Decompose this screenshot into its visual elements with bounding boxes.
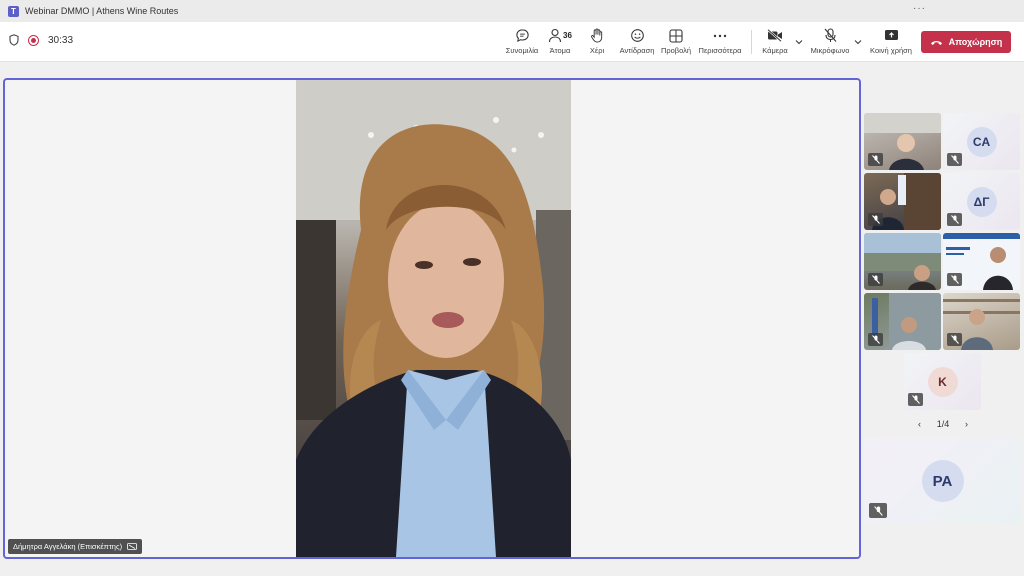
meeting-toolbar: 30:33 Συνομιλία 36 Άτομα Χέρι Αντίδραση … [0, 22, 1024, 62]
chat-label: Συνομιλία [505, 46, 539, 55]
phone-hangup-icon [930, 40, 942, 45]
people-label: Άτομα [549, 46, 571, 55]
leave-button[interactable]: Αποχώρηση [921, 31, 1011, 53]
window-more-button[interactable]: ··· [913, 3, 926, 14]
participant-muted-icon [868, 153, 883, 166]
mic-button[interactable]: Μικρόφωνο [805, 27, 855, 59]
more-dots-icon [713, 34, 727, 37]
meeting-status: 30:33 [9, 34, 73, 46]
pager-next-chevron-right-icon[interactable]: › [965, 419, 968, 429]
participant-tile[interactable] [864, 173, 941, 230]
participant-tile[interactable] [943, 293, 1020, 350]
self-muted-icon [869, 503, 887, 518]
mic-options-chevron-down-icon[interactable] [853, 37, 863, 47]
participant-muted-icon [868, 273, 883, 286]
more-actions-label: Περισσότερα [698, 46, 742, 55]
camera-button[interactable]: Κάμερα [750, 27, 800, 59]
grid-view-icon [669, 28, 683, 43]
camera-label: Κάμερα [762, 46, 788, 55]
self-avatar: PA [921, 460, 964, 502]
share-screen-icon [884, 30, 898, 40]
participant-tile[interactable]: CA [943, 113, 1020, 170]
window-title: Webinar DMMO | Athens Wine Routes [25, 6, 179, 16]
participant-muted-icon [947, 153, 962, 166]
view-label: Προβολή [660, 46, 692, 55]
participant-pager: ‹ 1/4 › [918, 417, 968, 431]
chat-icon [515, 29, 529, 43]
participant-muted-icon [947, 273, 962, 286]
more-actions-button[interactable]: Περισσότερα [695, 27, 745, 59]
participant-muted-icon [908, 393, 923, 406]
shield-icon [9, 34, 19, 46]
camera-options-chevron-down-icon[interactable] [794, 37, 804, 47]
title-bar: T Webinar DMMO | Athens Wine Routes ··· [0, 0, 1024, 22]
participant-avatar: K [927, 366, 958, 397]
participant-avatar: ΔΓ [966, 186, 997, 217]
teams-logo-icon: T [8, 5, 19, 17]
leave-label: Αποχώρηση [948, 37, 1003, 47]
participant-tile[interactable] [864, 113, 941, 170]
mic-label: Μικρόφωνο [810, 46, 850, 55]
speaker-name-tag: Δήμητρα Αγγελάκη (Επισκέπτης) [8, 539, 143, 554]
participant-avatar: CA [966, 126, 997, 157]
main-stage: Δήμητρα Αγγελάκη (Επισκέπτης) [3, 78, 861, 559]
speaker-video-frame [296, 80, 571, 557]
camera-off-icon [767, 29, 782, 42]
participant-tile[interactable] [864, 293, 941, 350]
participant-tile[interactable]: ΔΓ [943, 173, 1020, 230]
view-button[interactable]: Προβολή [651, 27, 701, 59]
pager-prev-chevron-left-icon[interactable]: ‹ [918, 419, 921, 429]
speaker-name: Δήμητρα Αγγελάκη (Επισκέπτης) [13, 542, 123, 551]
recording-icon [28, 34, 39, 46]
participant-muted-icon [947, 333, 962, 346]
share-button[interactable]: Κοινή χρήση [866, 27, 916, 59]
hand-icon [591, 28, 603, 43]
participant-muted-icon [868, 333, 883, 346]
self-view-tile[interactable]: PA [864, 438, 1021, 524]
speaker-video [296, 80, 571, 557]
pager-page-label: 1/4 [936, 419, 950, 429]
meeting-timer: 30:33 [48, 34, 74, 46]
people-icon [548, 28, 562, 43]
participant-muted-icon [868, 213, 883, 226]
raise-hand-label: Χέρι [589, 46, 605, 55]
participant-tile[interactable]: K [904, 353, 981, 410]
share-label: Κοινή χρήση [870, 46, 912, 55]
participant-muted-icon [947, 213, 962, 226]
participant-tile[interactable] [864, 233, 941, 290]
react-label: Αντίδραση [619, 46, 655, 55]
smiley-icon [630, 29, 644, 42]
participant-tile[interactable] [943, 233, 1020, 290]
screen-share-status-icon [127, 542, 137, 550]
mic-off-icon [824, 28, 836, 42]
people-count-badge: 36 [563, 31, 572, 40]
